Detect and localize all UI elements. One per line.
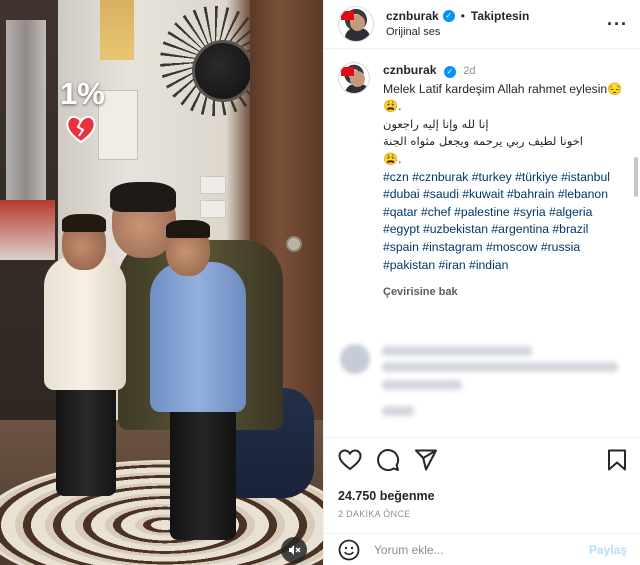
comment-composer: Paylaş — [324, 533, 640, 565]
caption-emoji-line: 😩. — [383, 151, 402, 166]
bookmark-icon[interactable] — [607, 449, 627, 471]
speaker-muted-icon — [289, 545, 301, 555]
verified-badge-icon: ✓ — [443, 66, 456, 78]
caption-time[interactable]: 2d — [463, 65, 475, 77]
boy-left-hair — [62, 214, 106, 232]
post-header: cznburak ✓ • Takiptesin Orijinal ses ··· — [324, 0, 640, 49]
turkish-flag-icon — [341, 11, 354, 20]
see-translation-link[interactable]: Çevirisine bak — [383, 284, 626, 302]
mirror-glass — [192, 40, 254, 102]
separator-dot: • — [460, 8, 465, 23]
post-photo[interactable]: 1% — [0, 0, 323, 565]
scrollbar[interactable] — [634, 157, 638, 197]
post-actions: 24.750 beğenme 2 DAKİKA ÖNCE — [324, 437, 640, 519]
boy-left-shirt — [44, 256, 126, 390]
caption: cznburak ✓ 2d Melek Latif kardeşim Allah… — [324, 49, 640, 302]
man-hair — [110, 182, 176, 212]
boy-right-hair — [166, 220, 210, 238]
comment-bubble-icon[interactable] — [376, 448, 400, 472]
audio-link[interactable]: Orijinal ses — [386, 26, 529, 39]
header-row: cznburak ✓ • Takiptesin — [386, 9, 529, 23]
caption-username-link[interactable]: cznburak — [383, 63, 437, 77]
caption-arabic-line-2: اخونا لطيف ربي يرحمه ويجعل مثواه الجنة — [383, 134, 583, 149]
doorknob — [286, 236, 302, 252]
like-heart-icon[interactable] — [338, 449, 362, 471]
cracked-heart-icon — [66, 115, 96, 144]
turkish-flag-icon — [341, 67, 354, 76]
light-switch — [200, 200, 226, 218]
more-options-icon[interactable]: ··· — [607, 14, 628, 35]
emoji-smiley-icon[interactable] — [338, 539, 360, 561]
caption-arabic-line-1: إنا لله وإنا إليه راجعون — [383, 116, 489, 131]
verified-badge-icon: ✓ — [442, 9, 455, 22]
light-switch — [200, 176, 226, 194]
curtain — [6, 20, 46, 220]
caption-body: cznburak ✓ 2d Melek Latif kardeşim Allah… — [383, 62, 626, 302]
boy-left-legs — [56, 376, 116, 496]
boy-right-legs — [170, 400, 236, 540]
share-paper-plane-icon[interactable] — [414, 449, 438, 471]
blurred-comment — [338, 340, 628, 430]
caption-avatar[interactable] — [338, 62, 370, 94]
post-timestamp[interactable]: 2 DAKİKA ÖNCE — [338, 509, 627, 519]
blurred-text — [382, 362, 618, 372]
post-comment-button[interactable]: Paylaş — [589, 543, 627, 557]
mute-toggle-button[interactable] — [281, 537, 307, 563]
blurred-text — [382, 346, 532, 356]
caption-text: Melek Latif kardeşim Allah rahmet eylesi… — [383, 81, 623, 114]
poster — [100, 0, 134, 60]
action-icons — [338, 447, 627, 473]
comment-input[interactable] — [374, 542, 574, 557]
avatar[interactable] — [338, 6, 374, 42]
boy-right-shirt — [150, 262, 246, 412]
bed — [0, 200, 55, 260]
blurred-avatar — [340, 344, 370, 374]
percent-overlay: 1% — [60, 76, 105, 111]
blurred-text — [382, 406, 414, 416]
likes-count[interactable]: 24.750 beğenme — [338, 489, 627, 503]
following-button[interactable]: Takiptesin — [471, 9, 529, 23]
caption-hashtags[interactable]: #czn #cznburak #turkey #türkiye #istanbu… — [383, 169, 626, 275]
header-text: cznburak ✓ • Takiptesin Orijinal ses — [386, 9, 529, 40]
post-side-panel: cznburak ✓ • Takiptesin Orijinal ses ···… — [323, 0, 640, 565]
username-link[interactable]: cznburak — [386, 9, 439, 23]
caption-head: cznburak ✓ 2d — [383, 62, 626, 81]
blurred-text — [382, 380, 462, 390]
